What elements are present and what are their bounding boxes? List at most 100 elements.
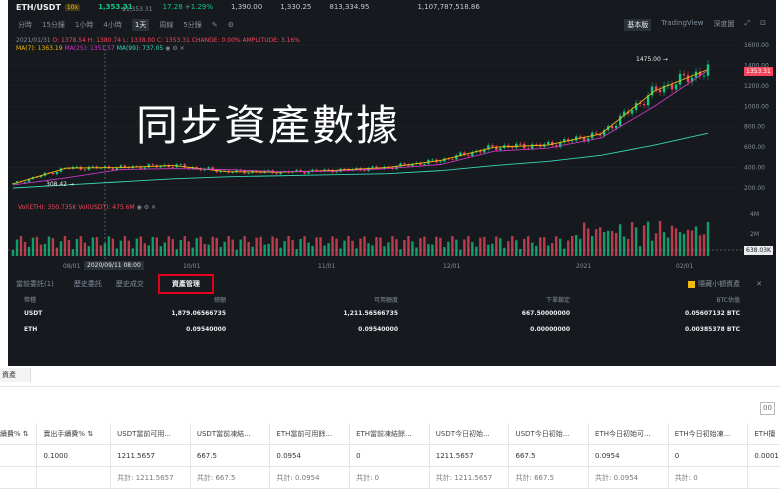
grid-cell [0, 466, 38, 489]
volume-bar [67, 240, 71, 256]
volume-bar [662, 232, 666, 256]
volume-bar [363, 236, 366, 256]
leverage-badge[interactable]: 10x [64, 3, 81, 11]
volume-bar [223, 241, 226, 256]
volume-bar [459, 249, 462, 256]
volume-bar [419, 238, 422, 256]
close-icon[interactable]: ✕ [180, 45, 185, 52]
candle-body [403, 163, 406, 165]
volume-bar [654, 233, 658, 256]
tab-order-history[interactable]: 歷史委託 [74, 279, 102, 289]
grid-cell: 共計: 0 [668, 466, 749, 489]
volume-bar [11, 250, 15, 256]
candle-body [83, 169, 87, 171]
table-row: ETH 0.09540000 0.09540000 0.00000000 0.0… [8, 321, 776, 337]
grid-col-eth-frozen[interactable]: ETH當前凍結餘... [349, 423, 430, 445]
candle-body [431, 159, 434, 161]
volume-bar [323, 245, 326, 256]
volume-bar [698, 235, 702, 256]
ma7-value: MA(7): 1363.19 [16, 45, 63, 52]
grid-col-usdt-avail[interactable]: USDT當前可用... [110, 423, 191, 445]
candle-body [451, 159, 454, 160]
candlestick-chart[interactable]: 1475.00 → 308.42 → 1600.001400.001200.00… [8, 40, 776, 270]
settings-icon[interactable]: ⚙ [228, 21, 234, 29]
volume-bar [574, 235, 578, 256]
tf-week[interactable]: 周線 [159, 20, 173, 30]
volume-bar [91, 237, 95, 256]
volume-bar [259, 236, 262, 256]
grid-col-eth-more[interactable]: ETH擅 [747, 423, 780, 445]
grid-col-usdt-init-2[interactable]: USDT今日初始... [508, 423, 590, 445]
tf-time[interactable]: 分時 [18, 20, 32, 30]
volume-bar [251, 246, 254, 256]
candle-body [335, 171, 338, 173]
candle-body [147, 164, 151, 168]
volume-bar [471, 242, 474, 256]
timeframe-bar: 分時 15分鐘 1小時 4小時 1天 周線 5分鐘 ✎ ⚙ 基本版 Tradin… [8, 17, 776, 33]
mode-tradingview[interactable]: TradingView [661, 19, 703, 31]
ma99-value: MA(99): 737.05 [116, 45, 164, 52]
eye-icon[interactable]: ◉ [165, 45, 170, 52]
volume-bar [614, 232, 618, 256]
tf-15m[interactable]: 15分鐘 [42, 20, 65, 30]
volume-bar [263, 244, 266, 256]
fullscreen-icon[interactable]: ⤢ [745, 19, 751, 31]
volume-bar [383, 246, 386, 256]
mode-depth[interactable]: 深度圖 [714, 19, 735, 31]
volume-bar [642, 225, 646, 256]
grid-options-button[interactable]: 00 [760, 402, 775, 415]
volume-bar [523, 238, 526, 256]
grid-col-fee[interactable]: 續費% ⇅ [0, 423, 38, 445]
volume-bar [327, 243, 330, 256]
volume-bar [47, 236, 51, 256]
checkbox-icon[interactable] [688, 280, 696, 288]
volume-bar [666, 237, 670, 256]
watermark-text: 同步資產數據 [136, 101, 401, 150]
y-tick-label: 1600.00 [744, 42, 769, 49]
table-row[interactable]: 0.1000 1211.5657 667.5 0.0954 0 1211.565… [0, 444, 780, 467]
hide-small-assets-label[interactable]: 隱藏小額資產 [698, 279, 740, 289]
pencil-icon[interactable]: ✎ [212, 21, 218, 29]
volume-bar [335, 238, 338, 256]
candle-body [207, 167, 210, 169]
grid-col-eth-init[interactable]: ETH今日初始可... [588, 423, 669, 445]
col-btc: BTC估值 [716, 296, 740, 304]
volume-bar [171, 239, 174, 256]
tf-1d[interactable]: 1天 [131, 19, 150, 31]
tab-asset-management[interactable]: 資產管理 [157, 274, 214, 294]
volume-bar [439, 237, 442, 256]
volume-bar [299, 238, 302, 256]
grid-col-sell-fee[interactable]: 賣出手續費% ⇅ [36, 423, 112, 445]
volume-bar [598, 227, 602, 256]
grid-col-usdt-frozen[interactable]: USDT當前凍結... [190, 423, 271, 445]
eye-icon[interactable]: ◉ ⚙ ✕ [137, 204, 156, 211]
volume-bar [618, 224, 622, 256]
asset-btc: 0.00385378 BTC [684, 325, 740, 333]
mode-basic[interactable]: 基本版 [624, 19, 652, 31]
tf-1h[interactable]: 1小時 [75, 20, 93, 30]
grid-cell: 1211.5657 [429, 444, 510, 467]
gear-icon[interactable]: ⚙ [172, 45, 177, 52]
volume-bar [143, 243, 147, 256]
tab-open-orders[interactable]: 當前委託(1) [16, 279, 54, 289]
grid-col-label: 賣出手續費% [43, 429, 86, 438]
tf-5m[interactable]: 5分鐘 [183, 20, 201, 30]
volume-bar [391, 236, 394, 256]
grid-col-usdt-init[interactable]: USDT今日初始... [429, 423, 510, 445]
close-icon[interactable]: ✕ [756, 280, 762, 288]
pair-selector[interactable]: ETH/USDT [16, 3, 61, 12]
tab-trade-history[interactable]: 歷史成交 [116, 279, 144, 289]
volume-bar [247, 241, 250, 256]
volume-bar [27, 246, 31, 256]
tab-assets[interactable]: 資產 [0, 368, 31, 382]
grid-col-eth-init-frozen[interactable]: ETH今日初始凍... [668, 423, 749, 445]
x-tick-label: 12/01 [443, 263, 460, 270]
tf-4h[interactable]: 4小時 [103, 20, 121, 30]
expand-icon[interactable]: ⊡ [760, 19, 766, 31]
volume-bar [594, 229, 598, 256]
col-coin[interactable]: 幣種 [8, 293, 85, 305]
candle-body [670, 84, 674, 90]
y-tick-label: 800.00 [744, 124, 765, 131]
grid-col-eth-avail[interactable]: ETH當前可用餘... [269, 423, 351, 445]
volume-bar [347, 236, 350, 256]
